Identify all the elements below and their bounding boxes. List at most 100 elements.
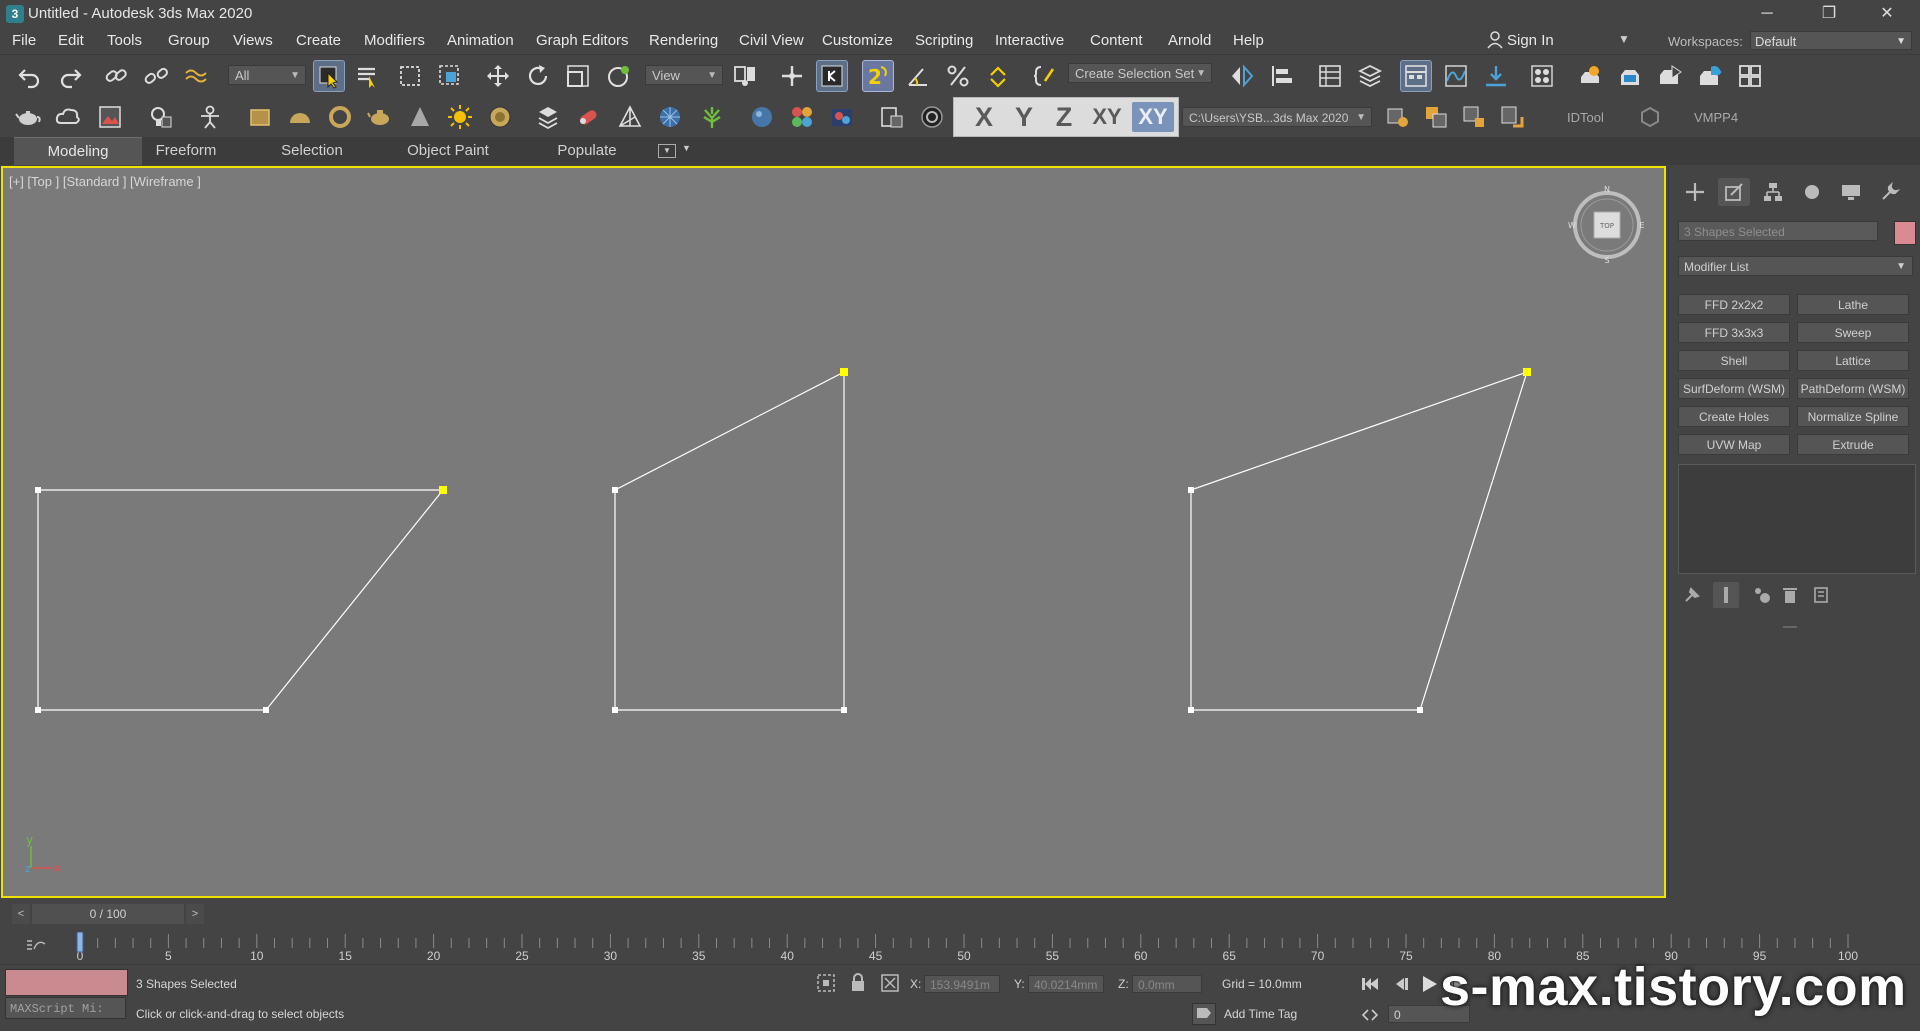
sky-dome-icon[interactable] bbox=[484, 101, 516, 133]
menu-edit[interactable]: Edit bbox=[58, 32, 84, 49]
character-icon[interactable] bbox=[194, 101, 226, 133]
scene-explorer-icon[interactable] bbox=[1314, 60, 1346, 92]
axis-z-button[interactable]: Z bbox=[1046, 102, 1082, 132]
render-production-icon[interactable] bbox=[1654, 60, 1686, 92]
create-tab-icon[interactable] bbox=[1679, 178, 1711, 206]
geosphere-icon[interactable] bbox=[654, 101, 686, 133]
panel-divider[interactable] bbox=[1783, 626, 1797, 628]
named-selection-set-select[interactable]: Create Selection Set ▼ bbox=[1068, 63, 1212, 83]
motion-tab-icon[interactable] bbox=[1796, 178, 1828, 206]
render-frame-icon[interactable] bbox=[826, 101, 858, 133]
workspace-select[interactable]: Default ▼ bbox=[1750, 31, 1912, 50]
configure-modifier-sets-icon[interactable] bbox=[1809, 582, 1835, 608]
schematic-view-icon[interactable] bbox=[1480, 60, 1512, 92]
menu-customize[interactable]: Customize bbox=[822, 32, 893, 49]
modifier-list-select[interactable]: Modifier List ▼ bbox=[1678, 256, 1913, 276]
previous-frame-icon[interactable] bbox=[1390, 975, 1410, 993]
x-coord-field[interactable]: 153.9491m bbox=[924, 975, 1000, 993]
menu-civil-view[interactable]: Civil View bbox=[739, 32, 804, 49]
time-slider-next-button[interactable]: > bbox=[186, 904, 204, 924]
modifier-stack[interactable] bbox=[1678, 464, 1916, 574]
angle-snap-icon[interactable] bbox=[902, 60, 934, 92]
bind-space-warp-icon[interactable] bbox=[180, 60, 212, 92]
spline-shape-1[interactable] bbox=[37, 489, 445, 711]
rectangular-selection-icon[interactable] bbox=[394, 60, 426, 92]
time-slider-thumb[interactable]: 0 / 100 bbox=[32, 904, 184, 924]
curve-editor-mini-icon[interactable] bbox=[26, 938, 46, 952]
vertex[interactable] bbox=[263, 707, 269, 713]
isolate-selection-icon[interactable] bbox=[816, 973, 836, 993]
viewport-scene[interactable]: y x z bbox=[3, 168, 1664, 896]
menu-rendering[interactable]: Rendering bbox=[649, 32, 718, 49]
tab-object-paint[interactable]: Object Paint bbox=[398, 137, 498, 165]
menu-animation[interactable]: Animation bbox=[447, 32, 514, 49]
modifier-shell-button[interactable]: Shell bbox=[1678, 350, 1790, 371]
modifier-extrude-button[interactable]: Extrude bbox=[1797, 434, 1909, 455]
axis-x-button[interactable]: X bbox=[966, 102, 1002, 132]
modifier-sweep-button[interactable]: Sweep bbox=[1797, 322, 1909, 343]
menu-interactive[interactable]: Interactive bbox=[995, 32, 1064, 49]
help-circle-icon[interactable] bbox=[916, 101, 948, 133]
modify-tab-icon[interactable] bbox=[1718, 178, 1750, 206]
menu-graph-editors[interactable]: Graph Editors bbox=[536, 32, 629, 49]
chevron-down-icon[interactable]: ▼ bbox=[682, 143, 691, 153]
select-object-icon[interactable] bbox=[313, 60, 345, 92]
modifier-uvw-map-button[interactable]: UVW Map bbox=[1678, 434, 1790, 455]
vertex[interactable] bbox=[612, 707, 618, 713]
teapot-icon[interactable] bbox=[12, 101, 44, 133]
modifier-normalize-spline-button[interactable]: Normalize Spline bbox=[1797, 406, 1909, 427]
maxscript-mini-listener[interactable]: MAXScript Mi: bbox=[5, 997, 126, 1019]
add-time-tag-button[interactable]: Add Time Tag bbox=[1224, 1007, 1297, 1021]
time-tag-icon[interactable] bbox=[1192, 1003, 1216, 1025]
foliage-icon[interactable] bbox=[696, 101, 728, 133]
ribbon-options-icon[interactable]: ▼ bbox=[658, 144, 676, 158]
time-slider-prev-button[interactable]: < bbox=[12, 904, 30, 924]
a360-gallery-icon[interactable] bbox=[1734, 60, 1766, 92]
y-coord-field[interactable]: 40.0214mm bbox=[1028, 975, 1104, 993]
lock-icon[interactable] bbox=[850, 973, 866, 993]
spinner-snap-icon[interactable] bbox=[982, 60, 1014, 92]
menu-views[interactable]: Views bbox=[233, 32, 273, 49]
modifier-lattice-button[interactable]: Lattice bbox=[1797, 350, 1909, 371]
menu-group[interactable]: Group bbox=[168, 32, 210, 49]
menu-file[interactable]: File bbox=[12, 32, 36, 49]
show-end-result-icon[interactable] bbox=[1713, 582, 1739, 608]
tab-freeform[interactable]: Freeform bbox=[144, 137, 228, 165]
tab-selection[interactable]: Selection bbox=[270, 137, 354, 165]
vertex[interactable] bbox=[1188, 707, 1194, 713]
array-icon[interactable] bbox=[532, 101, 564, 133]
tab-populate[interactable]: Populate bbox=[548, 137, 626, 165]
cone-primitive-icon[interactable] bbox=[404, 101, 436, 133]
menu-tools[interactable]: Tools bbox=[107, 32, 142, 49]
place-icon[interactable] bbox=[603, 60, 635, 92]
material-editor-icon[interactable] bbox=[1526, 60, 1558, 92]
minimize-button[interactable]: ─ bbox=[1744, 0, 1790, 28]
vertex[interactable] bbox=[35, 707, 41, 713]
absolute-mode-icon[interactable] bbox=[880, 973, 900, 993]
window-crossing-icon[interactable] bbox=[434, 60, 466, 92]
rendered-frame-window-icon[interactable] bbox=[1614, 60, 1646, 92]
project-folder-select[interactable]: C:\Users\YSB...3ds Max 2020 ▼ bbox=[1182, 107, 1372, 127]
play-icon[interactable] bbox=[1418, 973, 1440, 995]
asset-tracking-icon[interactable] bbox=[876, 101, 908, 133]
idtool-button[interactable]: IDTool bbox=[1567, 110, 1604, 125]
box-primitive-icon[interactable] bbox=[244, 101, 276, 133]
axis-y-button[interactable]: Y bbox=[1006, 102, 1042, 132]
object-name-field[interactable]: 3 Shapes Selected bbox=[1678, 221, 1878, 241]
curve-editor-icon[interactable] bbox=[1440, 60, 1472, 92]
go-to-start-icon[interactable] bbox=[1360, 975, 1380, 993]
select-and-manipulate-icon[interactable] bbox=[776, 60, 808, 92]
keyboard-shortcut-override-icon[interactable] bbox=[816, 60, 848, 92]
menu-create[interactable]: Create bbox=[296, 32, 341, 49]
percent-snap-icon[interactable] bbox=[942, 60, 974, 92]
viewport-top[interactable]: [+] [Top ] [Standard ] [Wireframe ] y x … bbox=[1, 166, 1666, 898]
display-tab-icon[interactable] bbox=[1835, 178, 1867, 206]
script-tool-2-icon[interactable] bbox=[1420, 101, 1452, 133]
object-color-swatch[interactable] bbox=[1894, 221, 1916, 245]
menu-arnold[interactable]: Arnold bbox=[1168, 32, 1211, 49]
redo-icon[interactable] bbox=[54, 60, 86, 92]
key-mode-icon[interactable] bbox=[1361, 1007, 1379, 1023]
vmpp4-button[interactable]: VMPP4 bbox=[1694, 110, 1738, 125]
menu-modifiers[interactable]: Modifiers bbox=[364, 32, 425, 49]
render-setup-icon[interactable] bbox=[1574, 60, 1606, 92]
